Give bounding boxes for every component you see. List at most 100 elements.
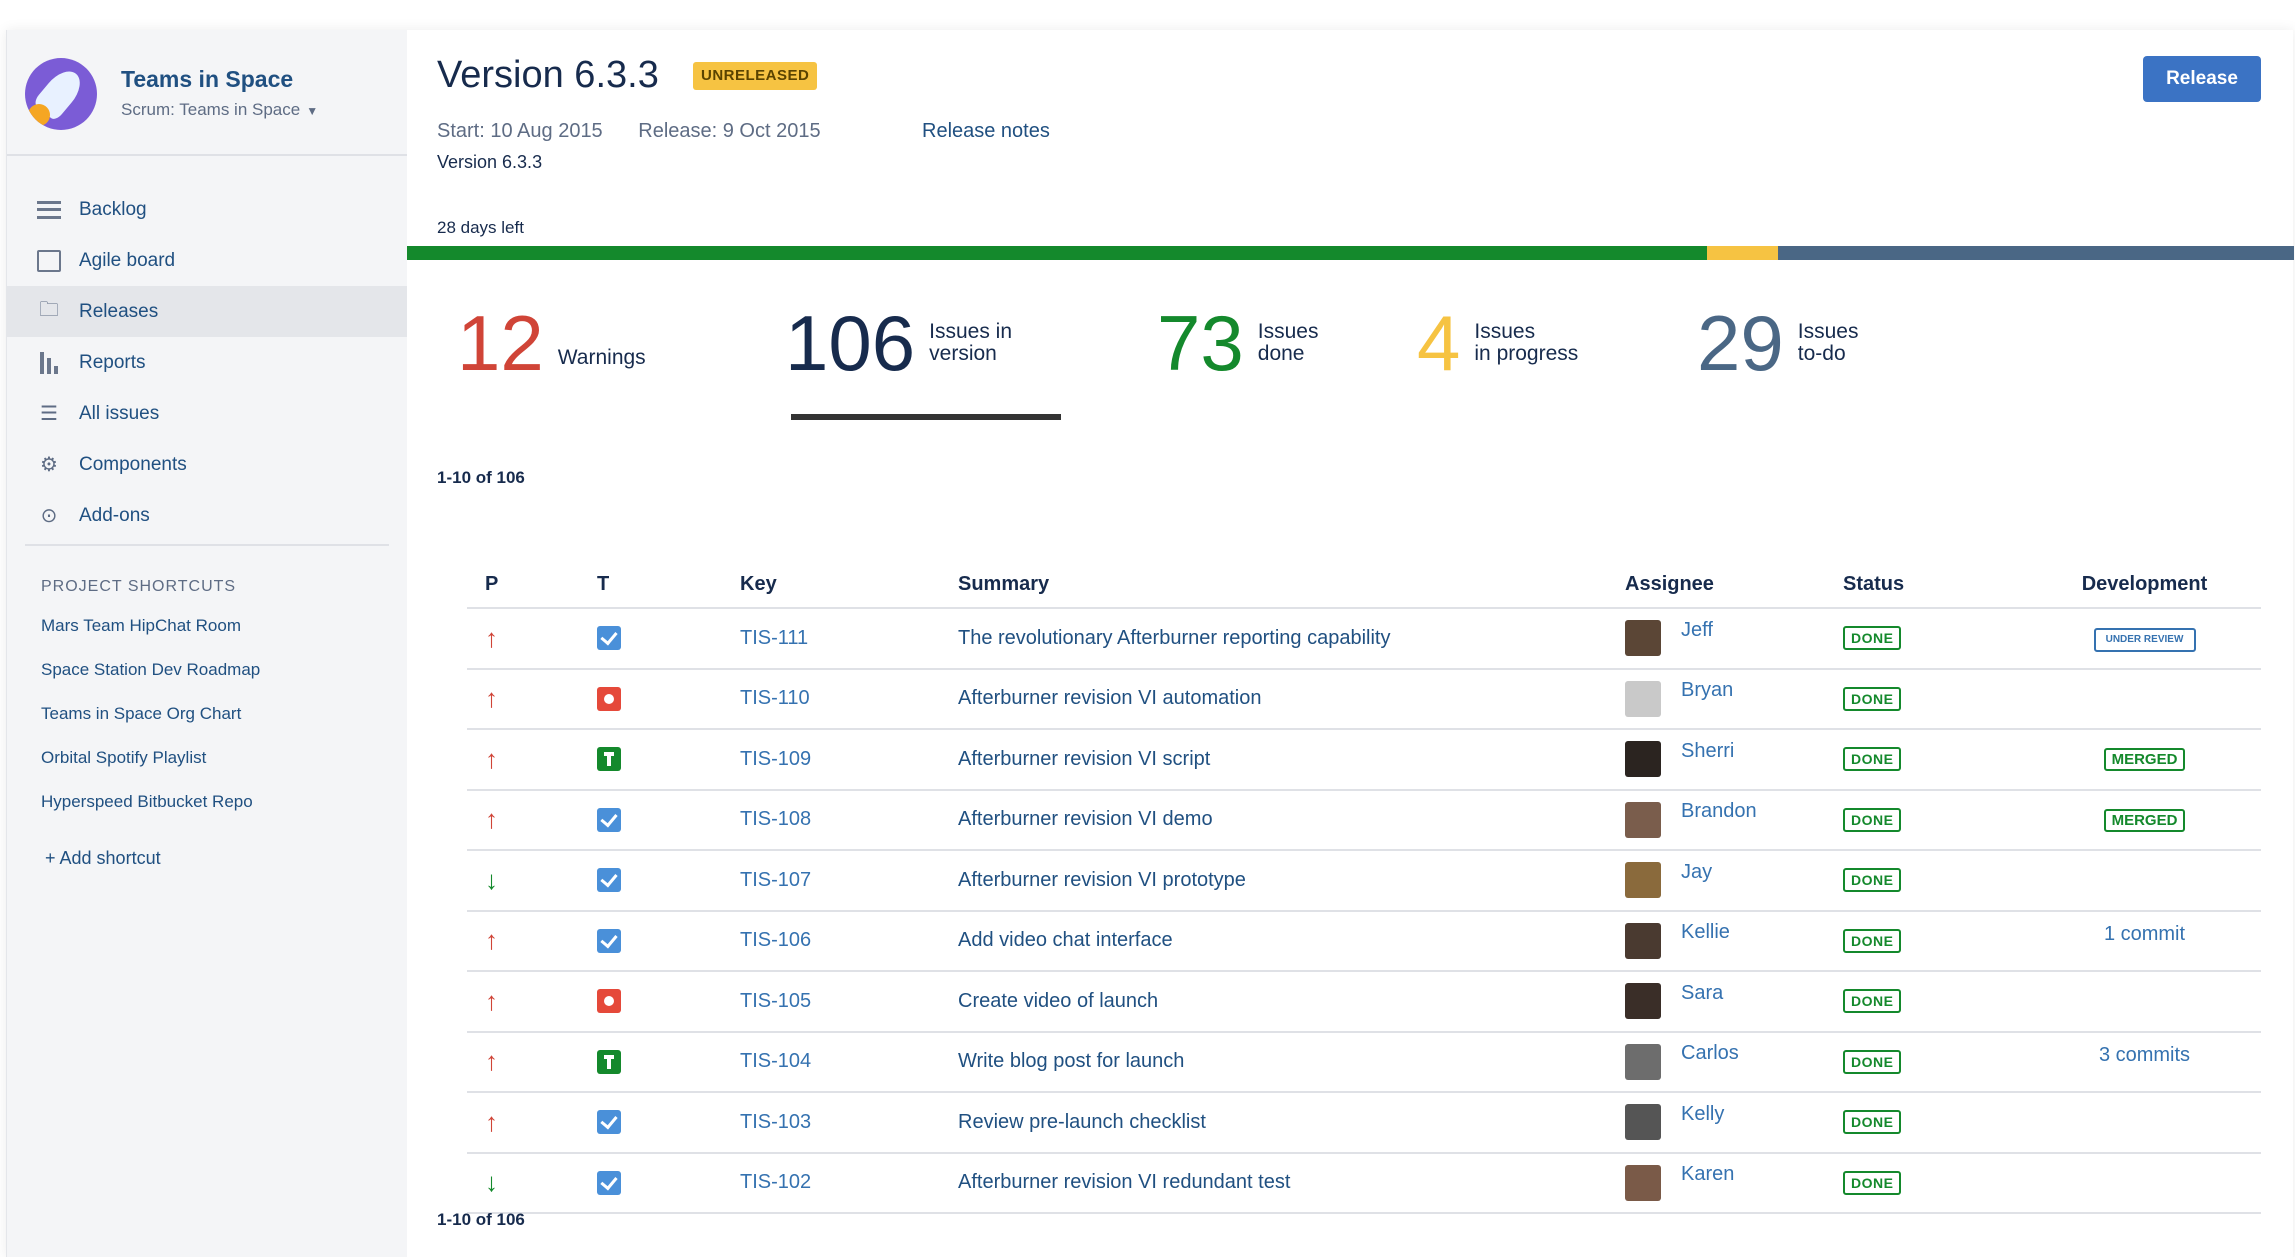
issue-summary-link[interactable]: Afterburner revision VI automation (958, 668, 1625, 730)
status-badge: DONE (1843, 928, 1902, 953)
issue-key-link[interactable]: TIS-110 (740, 668, 958, 730)
column-header[interactable]: P (467, 562, 597, 609)
priority-high-icon: ↑ (485, 622, 498, 653)
stat-warnings[interactable]: 12 Warnings (457, 298, 646, 388)
stat-issues-done[interactable]: 73 Issues done (1157, 298, 1318, 388)
issue-summary-link[interactable]: Review pre-launch checklist (958, 1092, 1625, 1154)
issue-summary-link[interactable]: Afterburner revision VI demo (958, 789, 1625, 851)
assignee-name[interactable]: Jeff (1681, 619, 1713, 642)
table-row[interactable]: ↑ TIS-109 Afterburner revision VI script… (467, 729, 2261, 791)
task-type-icon (597, 1170, 621, 1195)
column-header[interactable]: Status (1843, 562, 2028, 609)
assignee-name[interactable]: Karen (1681, 1163, 1734, 1186)
table-row[interactable]: ↓ TIS-107 Afterburner revision VI protot… (467, 850, 2261, 912)
status-cell: DONE (1843, 608, 2028, 670)
board-selector[interactable]: Scrum: Teams in Space ▼ (121, 100, 318, 120)
sidebar-item-label: Agile board (79, 249, 176, 271)
issue-key-link[interactable]: TIS-103 (740, 1092, 958, 1154)
sidebar-nav: Backlog Agile board 🗀 Releases Reports ☰… (7, 184, 407, 541)
issue-key-link[interactable]: TIS-111 (740, 608, 958, 670)
assignee-name[interactable]: Sherri (1681, 740, 1734, 763)
dev-under-review-badge[interactable]: UNDER REVIEW (2093, 627, 2196, 652)
column-header[interactable]: Key (740, 562, 958, 609)
dev-merged-badge[interactable]: MERGED (2103, 808, 2186, 832)
issue-summary-link[interactable]: Create video of launch (958, 971, 1625, 1033)
dev-commits-link[interactable]: 1 commit (2104, 923, 2185, 945)
add-shortcut-link[interactable]: + Add shortcut (45, 848, 161, 869)
shortcut-link[interactable]: Hyperspeed Bitbucket Repo (41, 792, 260, 836)
issue-summary-link[interactable]: The revolutionary Afterburner reporting … (958, 608, 1625, 670)
issue-key-link[interactable]: TIS-109 (740, 729, 958, 791)
issue-summary-link[interactable]: Afterburner revision VI prototype (958, 850, 1625, 912)
issue-key-link[interactable]: TIS-107 (740, 850, 958, 912)
priority-low-icon: ↓ (485, 1167, 498, 1198)
type-cell (597, 971, 740, 1033)
issue-key-link[interactable]: TIS-106 (740, 910, 958, 972)
issue-summary-link[interactable]: Afterburner revision VI script (958, 729, 1625, 791)
stat-issues-todo[interactable]: 29 Issues to-do (1697, 298, 1858, 388)
progress-in-progress-segment[interactable] (1706, 246, 1778, 260)
assignee-name[interactable]: Brandon (1681, 800, 1757, 823)
sidebar-item-releases[interactable]: 🗀 Releases (7, 286, 407, 337)
sidebar-item-components[interactable]: ⚙ Components (7, 439, 407, 490)
progress-todo-segment[interactable] (1777, 246, 2294, 260)
priority-cell: ↑ (467, 668, 597, 730)
status-cell: DONE (1843, 850, 2028, 912)
project-name[interactable]: Teams in Space (121, 66, 293, 93)
stat-issues-in-version[interactable]: 106 Issues in version (785, 298, 1012, 388)
stat-issues-in-progress[interactable]: 4 Issues in progress (1417, 298, 1578, 388)
stat-label-line: Issues in (929, 319, 1013, 343)
release-button[interactable]: Release (2143, 56, 2261, 102)
table-row[interactable]: ↑ TIS-103 Review pre-launch checklist Ke… (467, 1092, 2261, 1154)
sidebar-divider (7, 154, 407, 156)
progress-done-segment[interactable] (407, 246, 1707, 260)
issue-key-link[interactable]: TIS-105 (740, 971, 958, 1033)
assignee-name[interactable]: Jay (1681, 861, 1712, 884)
priority-cell: ↓ (467, 850, 597, 912)
issue-summary-link[interactable]: Add video chat interface (958, 910, 1625, 972)
priority-high-icon: ↑ (485, 1106, 498, 1137)
type-cell (597, 789, 740, 851)
dev-merged-badge[interactable]: MERGED (2103, 748, 2186, 772)
sidebar-item-agile-board[interactable]: Agile board (7, 235, 407, 286)
shortcut-link[interactable]: Orbital Spotify Playlist (41, 748, 260, 792)
assignee-name[interactable]: Carlos (1681, 1042, 1739, 1065)
table-row[interactable]: ↑ TIS-104 Write blog post for launch Car… (467, 1031, 2261, 1093)
priority-high-icon: ↑ (485, 804, 498, 835)
sidebar-item-backlog[interactable]: Backlog (7, 184, 407, 235)
release-notes-link[interactable]: Release notes (922, 120, 1050, 143)
priority-high-icon: ↑ (485, 925, 498, 956)
shortcut-link[interactable]: Teams in Space Org Chart (41, 704, 260, 748)
issue-key-link[interactable]: TIS-108 (740, 789, 958, 851)
dev-commits-link[interactable]: 3 commits (2099, 1044, 2190, 1066)
assignee-name[interactable]: Kellie (1681, 921, 1730, 944)
issue-summary-link[interactable]: Write blog post for launch (958, 1031, 1625, 1093)
bug-type-icon (597, 989, 621, 1014)
development-cell: 3 commits (2028, 1031, 2261, 1093)
priority-high-icon: ↑ (485, 985, 498, 1016)
table-row[interactable]: ↑ TIS-110 Afterburner revision VI automa… (467, 668, 2261, 730)
issue-key-link[interactable]: TIS-104 (740, 1031, 958, 1093)
project-header[interactable]: Teams in Space Scrum: Teams in Space ▼ (25, 58, 405, 158)
sidebar-item-add-ons[interactable]: ⊙ Add-ons (7, 490, 407, 541)
table-row[interactable]: ↑ TIS-106 Add video chat interface Kelli… (467, 910, 2261, 972)
shortcut-link[interactable]: Mars Team HipChat Room (41, 616, 260, 660)
assignee-name[interactable]: Bryan (1681, 679, 1733, 702)
table-row[interactable]: ↓ TIS-102 Afterburner revision VI redund… (467, 1152, 2261, 1214)
table-row[interactable]: ↑ TIS-105 Create video of launch Sara DO… (467, 971, 2261, 1033)
sidebar-item-reports[interactable]: Reports (7, 337, 407, 388)
sidebar-item-all-issues[interactable]: ☰ All issues (7, 388, 407, 439)
assignee-name[interactable]: Kelly (1681, 1103, 1724, 1126)
assignee-cell: Bryan (1625, 668, 1843, 730)
shortcut-link[interactable]: Space Station Dev Roadmap (41, 660, 260, 704)
column-header[interactable]: Assignee (1625, 562, 1843, 609)
assignee-cell: Kellie (1625, 910, 1843, 972)
column-header[interactable]: Development (2028, 562, 2261, 609)
assignee-name[interactable]: Sara (1681, 982, 1723, 1005)
column-header[interactable]: T (597, 562, 740, 609)
issue-summary-link[interactable]: Afterburner revision VI redundant test (958, 1152, 1625, 1214)
table-row[interactable]: ↑ TIS-111 The revolutionary Afterburner … (467, 608, 2261, 670)
issue-key-link[interactable]: TIS-102 (740, 1152, 958, 1214)
table-row[interactable]: ↑ TIS-108 Afterburner revision VI demo B… (467, 789, 2261, 851)
column-header[interactable]: Summary (958, 562, 1625, 609)
